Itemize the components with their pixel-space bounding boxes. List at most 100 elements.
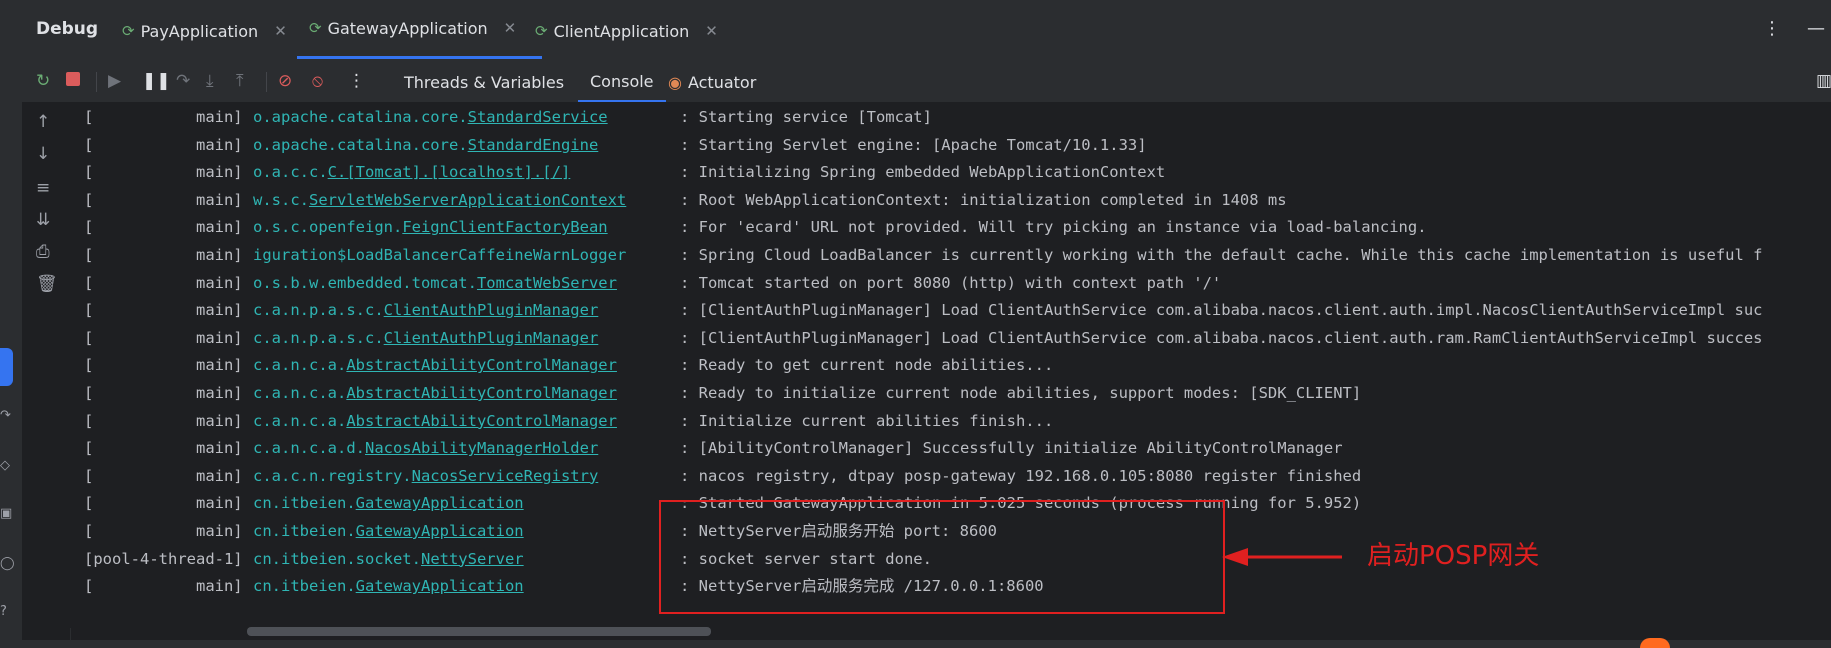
logger-class-link[interactable]: C.[Tomcat].[localhost].[/] (328, 163, 571, 181)
debug-toolbar: ↻ ▶ ❚❚ ↷ ⤓ ⤒ ⊘ ⦸ ⋮ Threads & Variables C… (22, 62, 1831, 102)
minimize-icon[interactable]: — (1807, 18, 1825, 39)
horizontal-scrollbar[interactable] (247, 627, 711, 636)
tool-icon[interactable]: ? (0, 604, 14, 620)
logger-package: c.a.n.c.a. (253, 356, 347, 375)
log-logger[interactable]: o.s.c.openfeign.FeignClientFactoryBean (253, 214, 680, 241)
pause-icon[interactable]: ❚❚ (142, 70, 171, 92)
log-message: : Starting service [Tomcat] (680, 108, 932, 126)
logger-class-link[interactable]: TomcatWebServer (477, 274, 617, 292)
logger-package: w.s.c. (253, 190, 309, 209)
console-side-toolbar: ↑ ↓ ≡ ⇊ ⎙ 🗑 (22, 102, 71, 648)
logger-package: c.a.n.p.a.s.c. (253, 301, 384, 320)
print-icon[interactable]: ⎙ (36, 242, 50, 262)
log-message: : Starting Servlet engine: [Apache Tomca… (680, 135, 1147, 154)
resume-icon[interactable]: ▶ (108, 70, 121, 92)
step-out-icon[interactable]: ⤒ (236, 70, 244, 92)
logger-package: c.a.n.c.a. (253, 411, 347, 430)
log-logger[interactable]: o.apache.catalina.core.StandardEngine (253, 132, 680, 159)
logger-class-link[interactable]: GatewayApplication (356, 494, 524, 512)
tab-threads-variables[interactable]: Threads & Variables (404, 62, 564, 102)
log-logger[interactable]: cn.itbeien.GatewayApplication (253, 490, 680, 517)
logger-class-link[interactable]: AbstractAbilityControlManager (346, 356, 617, 374)
more-vertical-icon[interactable]: ⋮ (348, 70, 365, 92)
soft-wrap-icon[interactable]: ≡ (36, 178, 50, 198)
log-message: : Spring Cloud LoadBalancer is currently… (680, 246, 1763, 264)
log-line: [ main] c.a.n.c.a.AbstractAbilityControlM… (84, 352, 1053, 379)
log-line: [ main] c.a.n.c.a.AbstractAbilityControlM… (84, 380, 1361, 407)
stop-icon[interactable] (66, 72, 80, 86)
tab-console[interactable]: Console (578, 62, 666, 102)
logger-class-link[interactable]: NacosAbilityManagerHolder (365, 439, 598, 457)
logger-class-link[interactable]: NettyServer (421, 550, 524, 568)
divider (266, 72, 267, 92)
run-config-icon: ⟳ (122, 22, 135, 40)
run-config-icon: ⟳ (535, 22, 548, 40)
logger-class-link[interactable]: StandardService (468, 108, 608, 126)
logger-package: cn.itbeien.socket. (253, 549, 421, 568)
logger-class-link[interactable]: ClientAuthPluginManager (384, 329, 599, 347)
log-line: [ main] c.a.c.n.registry.NacosServiceRegi… (84, 463, 1361, 490)
down-arrow-icon[interactable]: ↓ (36, 144, 50, 164)
tab-client-application[interactable]: ⟳ ClientApplication ✕ (535, 0, 718, 62)
log-logger[interactable]: c.a.n.c.a.AbstractAbilityControlManager (253, 408, 680, 435)
trash-icon[interactable]: 🗑 (36, 274, 58, 294)
log-logger[interactable]: w.s.c.ServletWebServerApplicationContext (253, 187, 680, 214)
tab-gateway-application[interactable]: ⟳ GatewayApplication ✕ (297, 0, 542, 59)
log-logger[interactable]: c.a.n.c.a.AbstractAbilityControlManager (253, 380, 680, 407)
log-thread: [ main] (84, 439, 243, 458)
debug-title: Debug (36, 19, 99, 39)
log-logger[interactable]: o.apache.catalina.core.StandardService (253, 104, 680, 131)
step-into-icon[interactable]: ⤓ (206, 70, 214, 92)
log-message: : Root WebApplicationContext: initializa… (680, 190, 1287, 209)
log-logger[interactable]: cn.itbeien.GatewayApplication (253, 573, 680, 600)
view-breakpoints-icon[interactable]: ⊘ (278, 70, 292, 92)
log-logger[interactable]: cn.itbeien.socket.NettyServer (253, 546, 680, 573)
log-thread: [ main] (84, 384, 243, 402)
mute-breakpoints-icon[interactable]: ⦸ (312, 70, 323, 92)
layout-icon[interactable]: ▥ (1816, 70, 1831, 92)
log-message: : Initialize current abilities finish... (680, 411, 1054, 430)
close-icon[interactable]: ✕ (504, 19, 517, 37)
logger-class-link[interactable]: AbstractAbilityControlManager (346, 412, 617, 430)
log-logger[interactable]: cn.itbeien.GatewayApplication (253, 518, 680, 545)
tab-actuator[interactable]: ◉ Actuator (668, 62, 756, 102)
log-logger[interactable]: iguration$LoadBalancerCaffeineWarnLogger (253, 242, 680, 269)
log-logger[interactable]: o.a.c.c.C.[Tomcat].[localhost].[/] (253, 159, 680, 186)
rerun-icon[interactable]: ↻ (36, 70, 50, 92)
more-vertical-icon[interactable]: ⋮ (1763, 18, 1781, 39)
logger-class-link[interactable]: AbstractAbilityControlManager (346, 384, 617, 402)
logger-class-link[interactable]: FeignClientFactoryBean (402, 218, 607, 236)
tool-icon[interactable]: ↷ (0, 408, 14, 424)
logger-class-link[interactable]: ClientAuthPluginManager (384, 301, 599, 319)
logger-class-link[interactable]: GatewayApplication (356, 577, 524, 595)
close-icon[interactable]: ✕ (274, 22, 287, 40)
highlight-box (659, 500, 1225, 614)
floating-widget[interactable] (1640, 638, 1670, 648)
log-logger[interactable]: c.a.n.p.a.s.c.ClientAuthPluginManager (253, 297, 680, 324)
log-logger[interactable]: c.a.c.n.registry.NacosServiceRegistry (253, 463, 680, 490)
logger-class-link[interactable]: GatewayApplication (356, 522, 524, 540)
tool-icon[interactable]: ◯ (0, 556, 14, 572)
logger-class-link[interactable]: NacosServiceRegistry (412, 467, 599, 485)
log-logger[interactable]: c.a.n.c.a.AbstractAbilityControlManager (253, 352, 680, 379)
debug-tabs-bar: Debug ⟳ PayApplication ✕ ⟳ GatewayApplic… (22, 0, 1831, 63)
log-logger[interactable]: c.a.n.p.a.s.c.ClientAuthPluginManager (253, 325, 680, 352)
up-arrow-icon[interactable]: ↑ (36, 112, 50, 132)
log-line: [ main] c.a.n.p.a.s.c.ClientAuthPluginMan… (84, 297, 1763, 324)
tab-label: GatewayApplication (327, 18, 488, 38)
log-line: [ main] c.a.n.p.a.s.c.ClientAuthPluginMan… (84, 325, 1763, 352)
tool-icon[interactable]: ◇ (0, 458, 14, 474)
left-tool-indicator[interactable] (0, 348, 13, 386)
log-thread: [ main] (84, 135, 243, 154)
tab-pay-application[interactable]: ⟳ PayApplication ✕ (122, 0, 287, 62)
scroll-to-end-icon[interactable]: ⇊ (36, 210, 50, 230)
log-logger[interactable]: c.a.n.c.a.d.NacosAbilityManagerHolder (253, 435, 680, 462)
close-icon[interactable]: ✕ (705, 22, 718, 40)
actuator-icon: ◉ (668, 72, 682, 92)
logger-class-link[interactable]: StandardEngine (468, 136, 599, 154)
step-over-icon[interactable]: ↷ (176, 70, 190, 92)
logger-class-link[interactable]: ServletWebServerApplicationContext (309, 191, 626, 209)
tool-icon[interactable]: ▣ (0, 506, 14, 522)
log-message: : Initializing Spring embedded WebApplic… (680, 163, 1166, 182)
log-logger[interactable]: o.s.b.w.embedded.tomcat.TomcatWebServer (253, 270, 680, 297)
